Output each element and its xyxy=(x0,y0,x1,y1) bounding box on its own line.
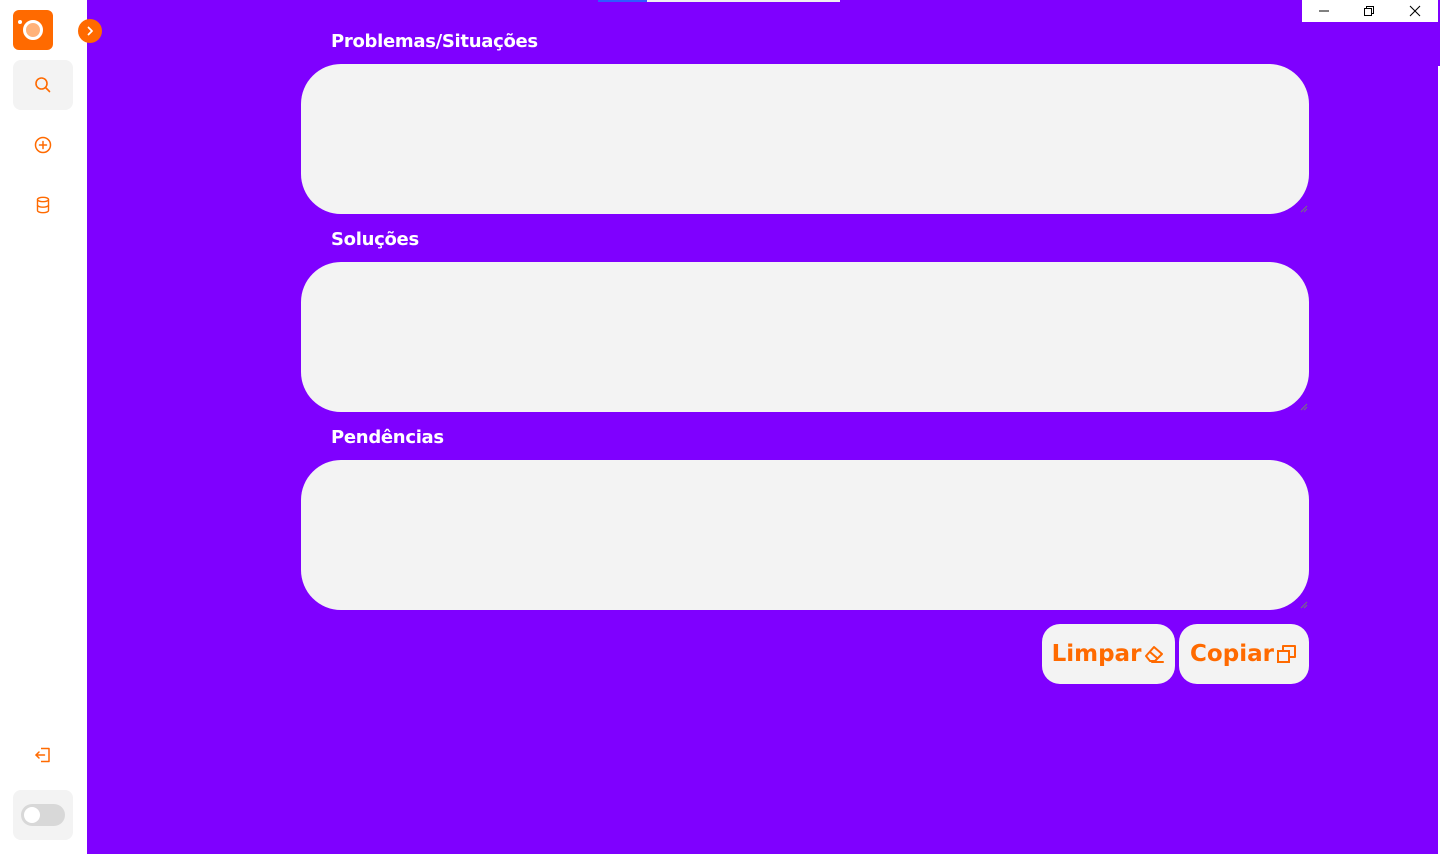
theme-toggle-container xyxy=(13,790,73,840)
sidebar-item-database[interactable] xyxy=(13,180,73,230)
expand-sidebar-button[interactable] xyxy=(78,19,102,43)
logout-button[interactable] xyxy=(13,730,73,780)
field-label-pendencias: Pendências xyxy=(331,427,444,448)
clear-button[interactable]: Limpar xyxy=(1042,624,1175,684)
app-logo-icon[interactable] xyxy=(13,10,53,50)
restore-button[interactable] xyxy=(1346,0,1392,22)
pendencias-textarea[interactable] xyxy=(301,460,1309,610)
sidebar-item-add[interactable] xyxy=(13,120,73,170)
resize-grip-icon[interactable] xyxy=(1300,403,1308,411)
search-icon xyxy=(35,77,51,93)
resize-grip-icon[interactable] xyxy=(1300,205,1308,213)
field-label-problemas: Problemas/Situações xyxy=(331,31,538,52)
theme-toggle[interactable] xyxy=(21,804,65,826)
chevron-right-icon xyxy=(87,26,93,36)
copy-icon xyxy=(1276,645,1296,663)
plus-circle-icon xyxy=(34,136,52,154)
minimize-icon xyxy=(1319,10,1329,12)
copy-button-label: Copiar xyxy=(1190,641,1274,667)
restore-icon xyxy=(1364,6,1374,16)
resize-grip-icon[interactable] xyxy=(1300,601,1308,609)
sidebar-item-search[interactable] xyxy=(13,60,73,110)
sidebar xyxy=(0,0,87,854)
logout-icon xyxy=(35,747,50,763)
copy-button[interactable]: Copiar xyxy=(1179,624,1309,684)
top-strip xyxy=(647,0,840,2)
eraser-icon xyxy=(1145,646,1165,663)
toggle-knob xyxy=(24,807,40,823)
close-icon xyxy=(1409,5,1421,17)
database-icon xyxy=(36,196,50,214)
minimize-button[interactable] xyxy=(1302,0,1346,22)
window-controls xyxy=(1302,0,1438,22)
close-button[interactable] xyxy=(1392,0,1438,22)
solucoes-textarea[interactable] xyxy=(301,262,1309,412)
clear-button-label: Limpar xyxy=(1051,641,1142,667)
field-label-solucoes: Soluções xyxy=(331,229,419,250)
top-indicator xyxy=(598,0,647,2)
problemas-textarea[interactable] xyxy=(301,64,1309,214)
